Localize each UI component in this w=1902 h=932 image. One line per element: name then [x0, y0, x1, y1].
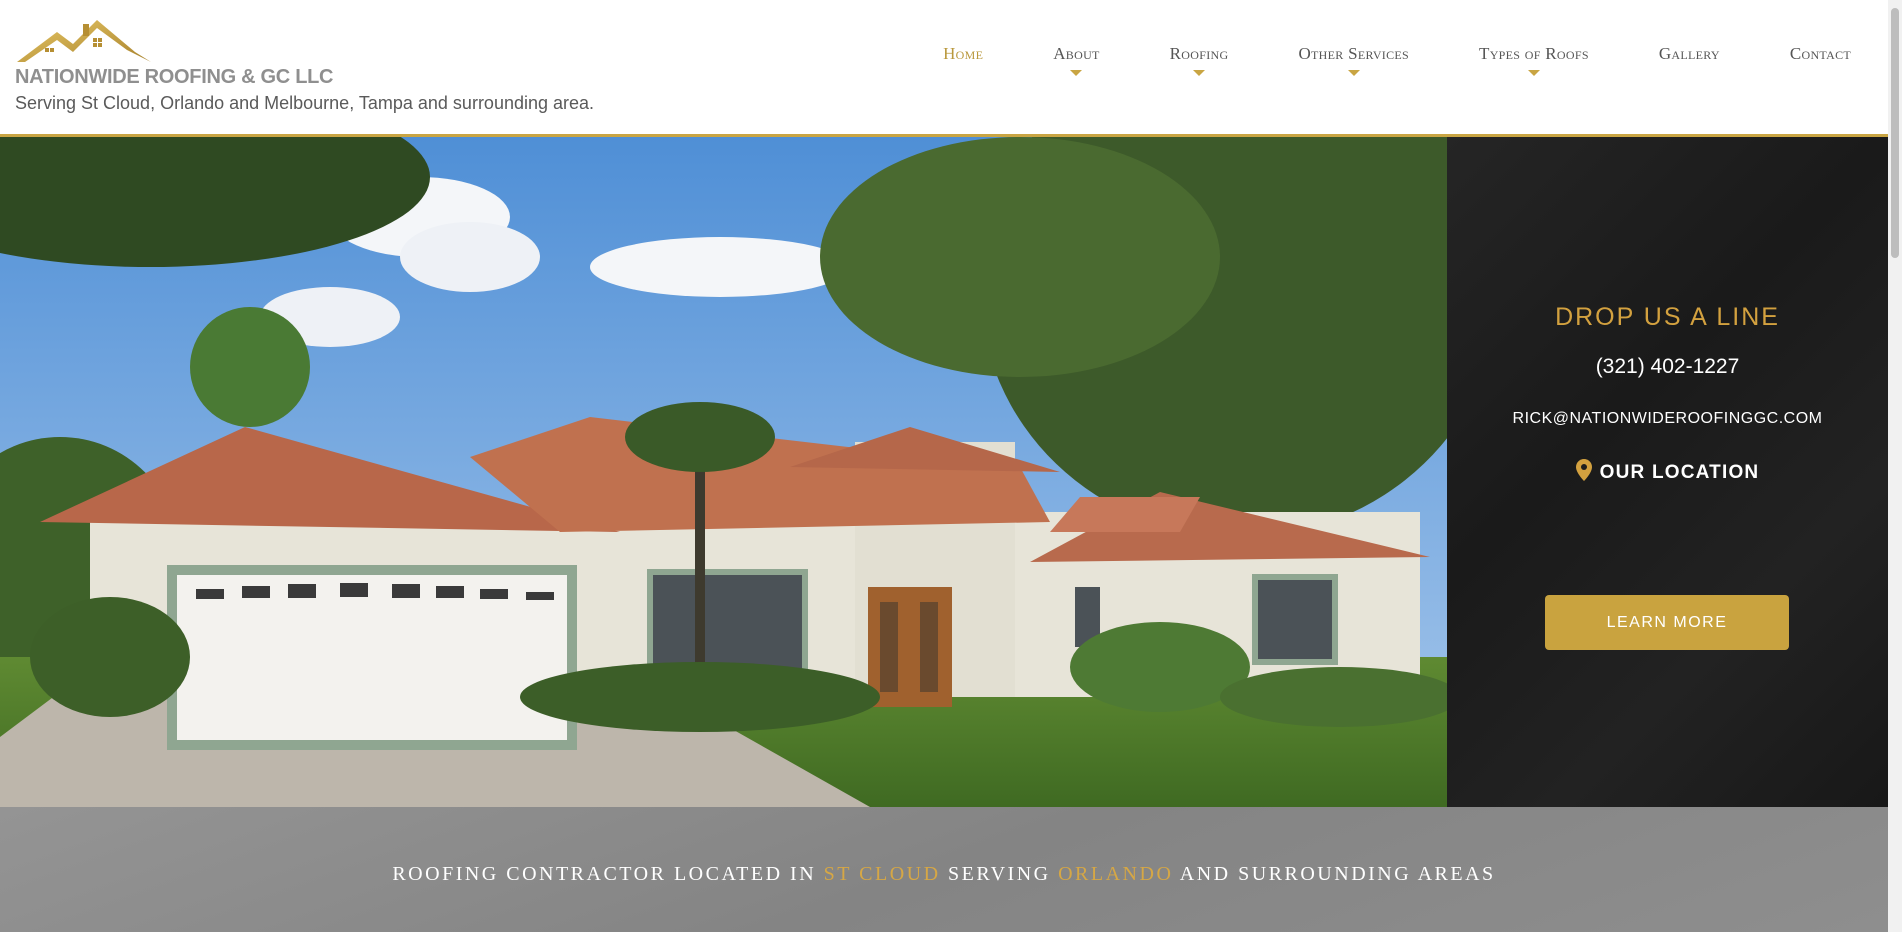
- phone-link[interactable]: (321) 402-1227: [1447, 355, 1888, 379]
- banner-text-3: AND SURROUNDING AREAS: [1173, 863, 1496, 885]
- contact-sidebar: DROP US A LINE (321) 402-1227 RICK@NATIO…: [1447, 137, 1888, 807]
- house-logo-icon[interactable]: [15, 10, 151, 68]
- tagline-banner: ROOFING CONTRACTOR LOCATED IN ST CLOUD S…: [0, 807, 1888, 932]
- page-scrollbar[interactable]: [1888, 0, 1902, 932]
- main-nav: Home About Roofing Other Services Types …: [873, 44, 1851, 76]
- nav-home[interactable]: Home: [943, 44, 983, 64]
- banner-text-2: SERVING: [940, 863, 1059, 885]
- brand-name[interactable]: NATIONWIDE ROOFING & GC LLC: [15, 66, 333, 89]
- nav-types-of-roofs[interactable]: Types of Roofs: [1479, 44, 1589, 76]
- banner-heading: ROOFING CONTRACTOR LOCATED IN ST CLOUD S…: [0, 863, 1888, 886]
- nav-home-label: Home: [943, 44, 984, 63]
- house-photo: [0, 137, 1447, 807]
- nav-roofing[interactable]: Roofing: [1169, 44, 1229, 76]
- banner-orlando: ORLANDO: [1058, 863, 1174, 885]
- banner-st-cloud: ST CLOUD: [823, 863, 941, 885]
- scrollbar-thumb[interactable]: [1891, 8, 1899, 258]
- chevron-down-icon: [1347, 70, 1360, 76]
- learn-more-button[interactable]: LEARN MORE: [1545, 595, 1789, 650]
- nav-types-of-roofs-label: Types of Roofs: [1479, 44, 1589, 63]
- map-pin-icon: [1575, 459, 1592, 481]
- nav-other-services[interactable]: Other Services: [1298, 44, 1410, 76]
- nav-roofing-label: Roofing: [1169, 44, 1229, 63]
- location-label: OUR LOCATION: [1599, 462, 1760, 483]
- nav-other-services-label: Other Services: [1298, 44, 1410, 63]
- site-header: NATIONWIDE ROOFING & GC LLC Serving St C…: [0, 0, 1888, 137]
- hero-house-photo: [0, 137, 1447, 807]
- nav-gallery-label: Gallery: [1658, 44, 1720, 63]
- nav-contact[interactable]: Contact: [1790, 44, 1851, 64]
- chevron-down-icon: [1193, 70, 1206, 76]
- nav-contact-label: Contact: [1789, 44, 1851, 63]
- drop-us-a-line-heading: DROP US A LINE: [1555, 303, 1780, 331]
- email-link[interactable]: RICK@NATIONWIDEROOFINGGC.COM: [1447, 410, 1888, 428]
- nav-about-label: About: [1053, 44, 1100, 63]
- location-link[interactable]: OUR LOCATION: [1447, 459, 1888, 484]
- banner-text-1: ROOFING CONTRACTOR LOCATED IN: [392, 863, 824, 885]
- nav-gallery[interactable]: Gallery: [1659, 44, 1720, 64]
- brand-tagline: Serving St Cloud, Orlando and Melbourne,…: [15, 93, 595, 113]
- nav-about[interactable]: About: [1053, 44, 1100, 76]
- chevron-down-icon: [1070, 70, 1083, 76]
- chevron-down-icon: [1527, 70, 1540, 76]
